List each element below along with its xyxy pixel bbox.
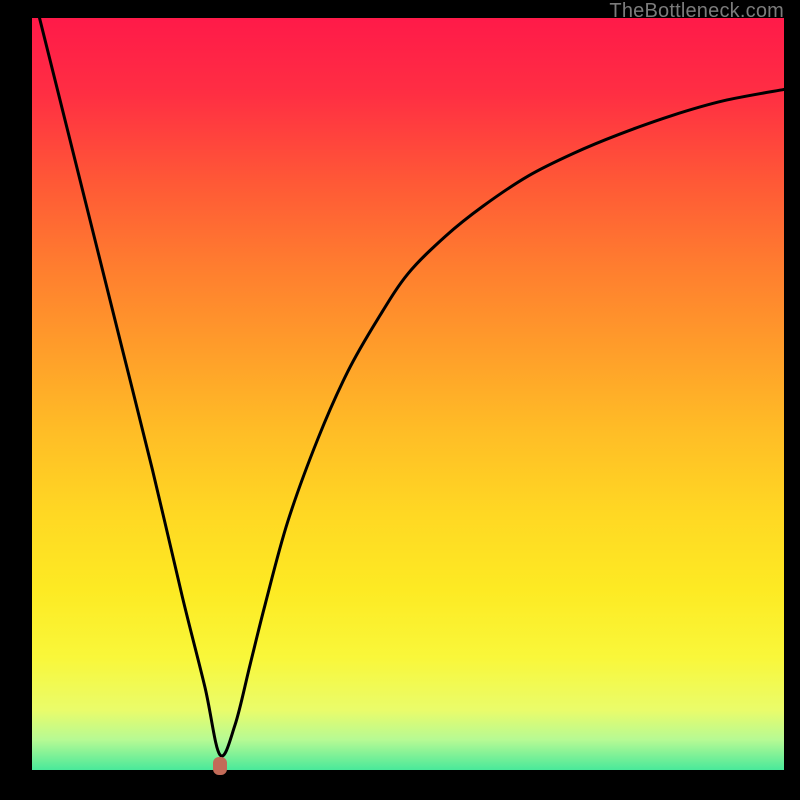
minimum-marker [213, 757, 227, 775]
bottleneck-curve [32, 18, 784, 770]
plot-area [32, 18, 784, 770]
chart-container: TheBottleneck.com [0, 0, 800, 800]
